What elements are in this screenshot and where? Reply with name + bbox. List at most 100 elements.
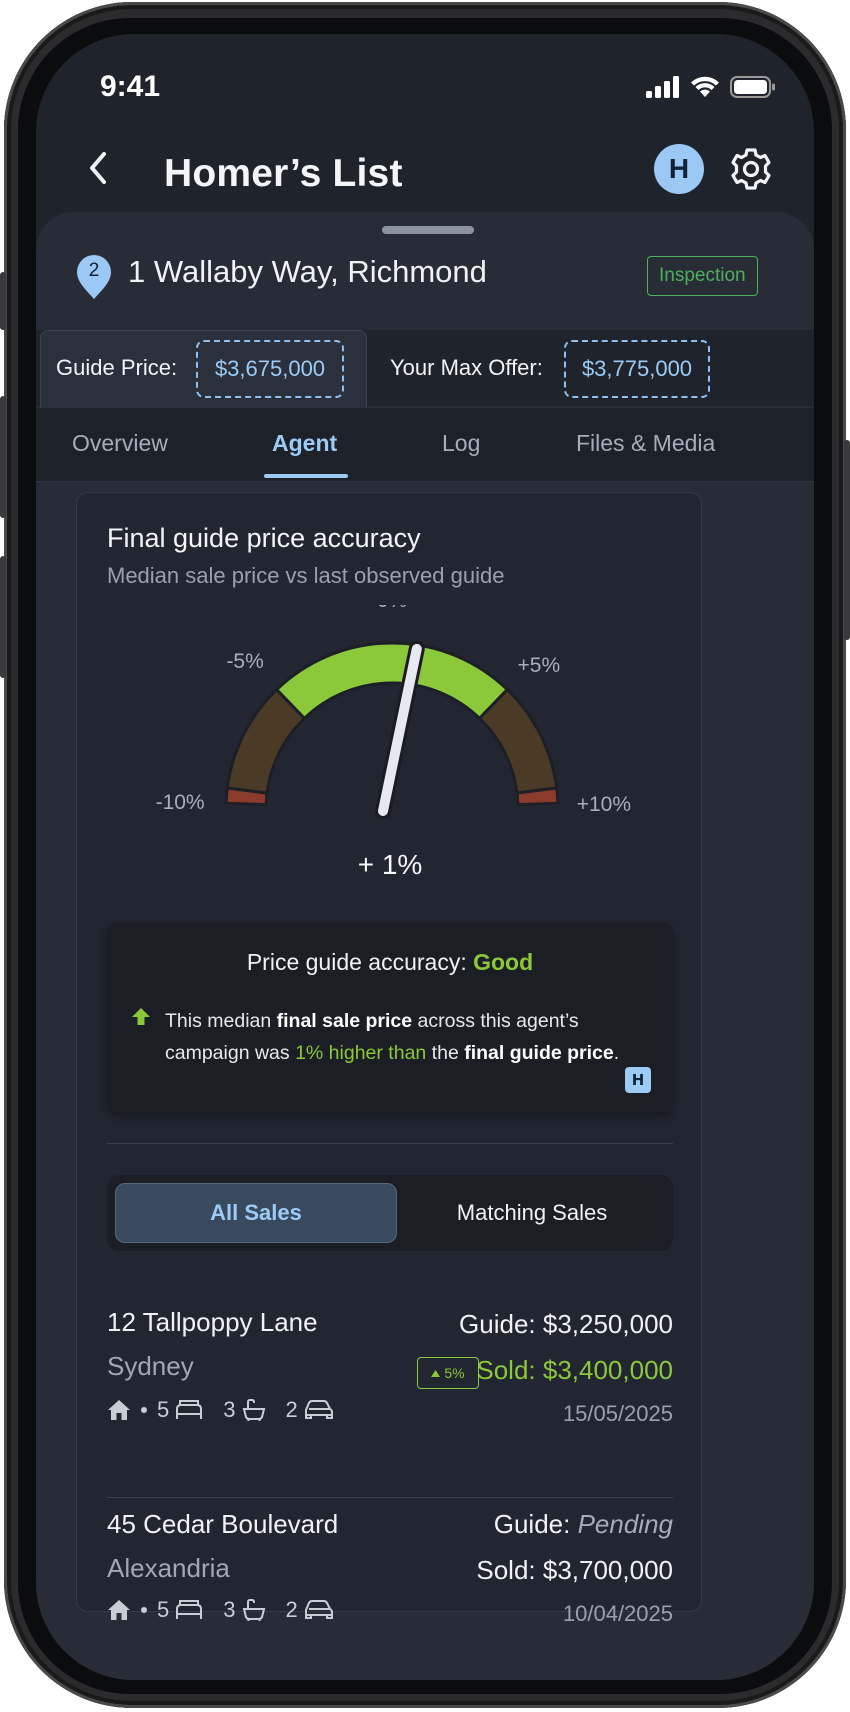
status-badge: Inspection [647, 256, 758, 296]
verdict-rating: Good [473, 949, 534, 975]
status-time: 9:41 [100, 70, 161, 103]
avatar[interactable]: H [654, 144, 704, 194]
guide-value: Pending [577, 1509, 673, 1539]
verdict-text-1: This median [165, 1010, 277, 1032]
separator-dot-icon [141, 1607, 147, 1613]
verdict-text-3: the [426, 1042, 465, 1064]
gear-icon [731, 148, 771, 190]
guide-label: Guide: [493, 1509, 578, 1539]
property-address: 1 Wallaby Way, Richmond [128, 254, 487, 289]
sale-guide-price: Guide: Pending [494, 1509, 673, 1540]
battery-icon [730, 76, 775, 98]
arrow-up-icon [132, 1008, 150, 1025]
price-row: Guide Price: $3,675,000 Your Max Offer: … [36, 330, 814, 410]
device-volume-up [0, 396, 6, 518]
wifi-icon [691, 76, 719, 97]
cars-count: 2 [285, 1397, 298, 1422]
verdict-highlight: 1% higher than [295, 1042, 427, 1064]
map-pin-badge: 2 [76, 254, 112, 300]
accuracy-card: Final guide price accuracy Median sale p… [76, 492, 702, 1626]
back-button[interactable] [78, 144, 118, 192]
baths-count: 3 [223, 1397, 236, 1422]
guide-value: $3,250,000 [542, 1309, 673, 1339]
tab-log[interactable]: Log [442, 430, 480, 457]
house-icon [108, 1600, 130, 1620]
sale-date: 10/04/2025 [562, 1601, 673, 1626]
card-title: Final guide price accuracy [107, 523, 421, 553]
sale-list-item[interactable]: 45 Cedar Boulevard Alexandria 5 3 2 Guid… [107, 1503, 673, 1673]
drag-handle[interactable] [382, 226, 474, 234]
sale-street: 45 Cedar Boulevard [107, 1509, 339, 1539]
sale-street: 12 Tallpoppy Lane [107, 1307, 318, 1337]
verdict-description: This median final sale price across this… [165, 1005, 635, 1069]
sale-date: 15/05/2025 [562, 1401, 673, 1426]
gauge-segment-good [274, 641, 510, 721]
bath-icon [242, 1399, 265, 1421]
device-power-button [844, 440, 850, 640]
chevron-left-icon [90, 152, 106, 184]
bed-icon [176, 1400, 203, 1419]
guide-price-field[interactable]: $3,675,000 [196, 340, 344, 398]
triangle-up-icon [431, 1369, 441, 1377]
gauge-tick-label: 0% [377, 605, 407, 612]
settings-button[interactable] [724, 142, 778, 196]
tab-bar: Overview Agent Log Files & Media [36, 408, 814, 482]
page-title: Homer’s List [164, 152, 403, 195]
gauge-value: + 1% [357, 849, 423, 880]
sale-suburb: Alexandria [107, 1553, 230, 1583]
list-divider [107, 1497, 673, 1498]
device-volume-down [0, 556, 6, 678]
sale-list-item[interactable]: 12 Tallpoppy Lane Sydney 5 3 2 Guide: $3… [107, 1307, 673, 1477]
beds-count: 5 [157, 1597, 170, 1622]
gauge-tick-label: -5% [226, 650, 263, 673]
bed-icon [176, 1600, 203, 1619]
screen: 9:41 Homer’s List H 2 1 Wallaby Way, Ric… [36, 34, 814, 1680]
bath-icon [242, 1599, 265, 1621]
tab-files-media[interactable]: Files & Media [576, 430, 715, 457]
house-icon [108, 1400, 130, 1420]
verdict-bold-2: final guide price [464, 1042, 614, 1064]
section-divider [107, 1143, 673, 1144]
gauge-segment-high [477, 687, 559, 795]
status-icons [646, 76, 776, 98]
guide-price-label: Guide Price: [56, 355, 178, 380]
agent-content: Final guide price accuracy Median sale p… [36, 482, 814, 1680]
property-sheet: 2 1 Wallaby Way, Richmond Inspection Gui… [36, 212, 814, 1680]
cars-count: 2 [285, 1597, 298, 1622]
car-icon [304, 1400, 333, 1419]
tab-overview[interactable]: Overview [72, 430, 168, 457]
beds-count: 5 [157, 1397, 170, 1422]
guide-label: Guide: [459, 1309, 543, 1339]
sale-sold-price: Sold: $3,700,000 [476, 1555, 673, 1585]
pin-number: 2 [88, 260, 100, 281]
sales-filter: All Sales Matching Sales [107, 1175, 673, 1251]
sale-suburb: Sydney [107, 1351, 194, 1381]
max-offer-field[interactable]: $3,775,000 [564, 340, 710, 398]
verdict-box: Price guide accuracy: Good This median f… [107, 923, 673, 1113]
signal-icon [646, 76, 679, 98]
active-tab-indicator [264, 474, 348, 478]
gauge-tick-label: -10% [156, 791, 205, 814]
sale-features: 5 3 2 [107, 1597, 334, 1623]
sale-guide-price: Guide: $3,250,000 [459, 1309, 673, 1340]
card-subtitle: Median sale price vs last observed guide [107, 563, 505, 588]
verdict-title: Price guide accuracy: Good [107, 949, 673, 976]
all-sales-button[interactable]: All Sales [115, 1183, 397, 1243]
device-side-button [0, 272, 6, 330]
baths-count: 3 [223, 1597, 236, 1622]
price-change-value: 5% [444, 1365, 465, 1381]
verdict-text-4: . [613, 1042, 620, 1064]
gauge-tick-label: +5% [518, 654, 561, 677]
sale-sold-price: Sold: $3,400,000 [476, 1355, 673, 1385]
gauge-tick-label: +10% [577, 793, 631, 816]
sale-features: 5 3 2 [107, 1397, 334, 1423]
accuracy-gauge: -10% -5% 0% +5% +10% [156, 605, 631, 819]
tab-agent[interactable]: Agent [272, 430, 337, 457]
verdict-label: Price guide accuracy: [246, 949, 467, 975]
car-icon [304, 1600, 333, 1619]
separator-dot-icon [141, 1407, 147, 1413]
max-offer-label: Your Max Offer: [390, 355, 543, 380]
verdict-bold-1: final sale price [276, 1010, 413, 1032]
matching-sales-button[interactable]: Matching Sales [397, 1183, 667, 1243]
price-change-badge: 5% [417, 1357, 479, 1389]
